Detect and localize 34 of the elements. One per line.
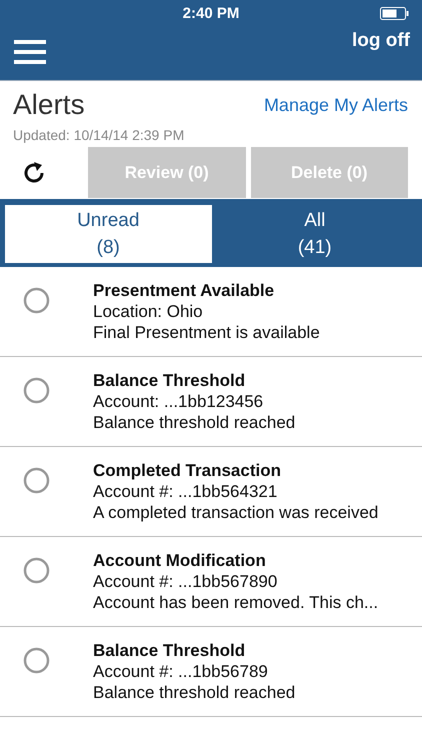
- battery-icon: [380, 7, 410, 20]
- alert-item[interactable]: Balance Threshold Account #: ...1bb56789 Balance threshold reached: [0, 627, 422, 717]
- alert-title: Completed Transaction: [93, 460, 282, 481]
- status-time: 2:40 PM: [182, 4, 240, 22]
- page-title: Alerts: [13, 89, 85, 121]
- alert-message: A completed transaction was received: [93, 502, 378, 523]
- menu-icon[interactable]: [14, 40, 46, 64]
- alert-title: Account Modification: [93, 550, 267, 571]
- alert-title: Presentment Available: [93, 280, 276, 301]
- log-off-button[interactable]: log off: [352, 30, 410, 52]
- radio-button[interactable]: [23, 647, 50, 674]
- alert-message: Account has been removed. This ch...: [93, 592, 378, 613]
- filter-tab[interactable]: All (41): [212, 205, 418, 263]
- alert-message: Balance threshold reached: [93, 682, 296, 703]
- updated-time: Updated: 10/14/14 2:39 PM: [13, 127, 186, 143]
- radio-button[interactable]: [23, 467, 50, 494]
- alert-item[interactable]: Balance Threshold Account: ...1bb123456 Balance threshold reached: [0, 357, 422, 447]
- alert-item[interactable]: Presentment Available Location: Ohio Final Presentment is available: [0, 267, 422, 357]
- alert-detail: Location: Ohio: [93, 301, 204, 322]
- radio-button[interactable]: [23, 287, 50, 314]
- alert-title: Balance Threshold: [93, 370, 246, 391]
- alert-item[interactable]: Completed Transaction Account #: ...1bb564321 A completed transaction was received: [0, 447, 422, 537]
- manage-alerts-link[interactable]: Manage My Alerts: [264, 94, 408, 116]
- alert-detail: Account #: ...1bb56789: [93, 661, 269, 682]
- filter-tab[interactable]: Unread (8): [5, 205, 212, 263]
- alert-detail: Account: ...1bb123456: [93, 391, 264, 412]
- alert-detail: Account #: ...1bb564321: [93, 481, 278, 502]
- radio-button[interactable]: [23, 557, 50, 584]
- alert-title: Balance Threshold: [93, 640, 246, 661]
- alert-item[interactable]: Account Modification Account #: ...1bb567890 Account has been removed. This ch...: [0, 537, 422, 627]
- alert-message: Final Presentment is available: [93, 322, 320, 343]
- radio-button[interactable]: [23, 377, 50, 404]
- alert-detail: Account #: ...1bb567890: [93, 571, 278, 592]
- alert-message: Balance threshold reached: [93, 412, 296, 433]
